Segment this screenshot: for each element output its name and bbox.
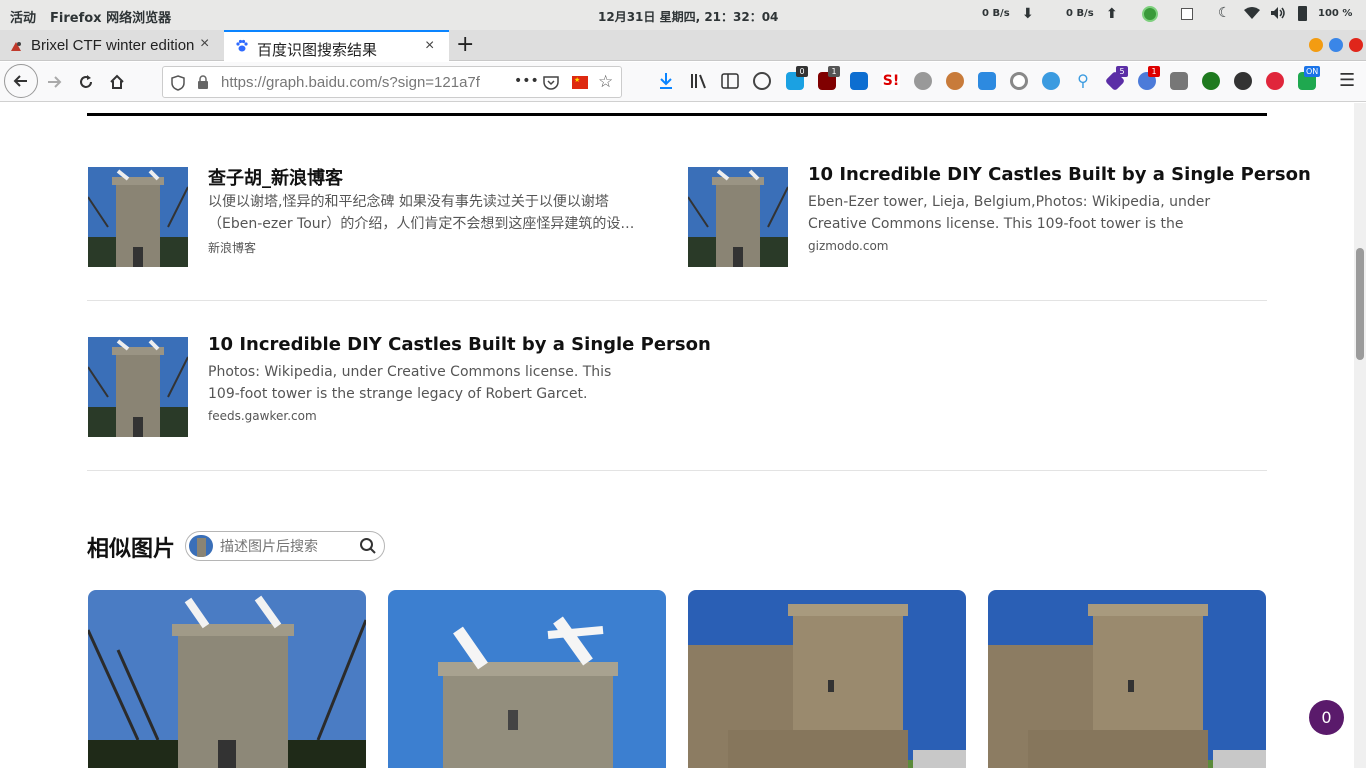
home-button[interactable]: [103, 68, 131, 96]
pocket-icon[interactable]: [543, 75, 559, 94]
arrow-down-icon: ⬇: [1022, 6, 1034, 22]
activities-button[interactable]: 活动: [10, 7, 36, 26]
extension-badge: 1: [1148, 66, 1160, 77]
result-thumbnail[interactable]: [88, 337, 188, 437]
similar-search-box[interactable]: [185, 531, 385, 561]
extension-record-icon[interactable]: [1266, 72, 1284, 90]
result-title[interactable]: 10 Incredible DIY Castles Built by a Sin…: [808, 164, 1311, 185]
battery-icon[interactable]: [1298, 6, 1307, 21]
arrow-up-icon: ⬆: [1106, 6, 1118, 22]
tab-strip: Brixel CTF winter edition × 百度识图搜索结果 × +: [0, 30, 1366, 61]
battery-level[interactable]: 100 %: [1318, 8, 1352, 19]
extension-badge: 5: [1116, 66, 1128, 77]
tracking-protection-shield-icon[interactable]: [171, 75, 185, 95]
similar-images-title: 相似图片: [87, 537, 176, 562]
result-item[interactable]: 查子胡_新浪博客 以便以谢塔,怪异的和平纪念碑 如果没有事先读过关于以便以谢塔（…: [88, 167, 648, 267]
extension-bug-icon[interactable]: [1042, 72, 1060, 90]
tab-baidu-image-search[interactable]: 百度识图搜索结果 ×: [224, 30, 449, 61]
extension-s-icon[interactable]: [850, 72, 868, 90]
night-mode-icon[interactable]: ☾: [1218, 5, 1231, 21]
clock[interactable]: 12月31日 星期四, 21：32：04: [598, 8, 778, 25]
minimize-window-button[interactable]: [1309, 38, 1323, 52]
close-tab-icon[interactable]: ×: [425, 37, 434, 55]
extension-doc-icon[interactable]: [978, 72, 996, 90]
result-divider: [87, 470, 1267, 471]
extension-circle-icon[interactable]: [1010, 72, 1028, 90]
new-tab-button[interactable]: +: [456, 32, 474, 57]
extension-dots-icon[interactable]: [1234, 72, 1252, 90]
page-scrollbar[interactable]: [1354, 103, 1366, 768]
result-source: 新浪博客: [208, 241, 257, 255]
net-down-speed: 0 B/s: [982, 8, 1010, 19]
navigation-toolbar: https://graph.baidu.com/s?sign=121a7f ••…: [0, 62, 1366, 102]
account-icon[interactable]: [753, 72, 771, 90]
result-divider: [87, 300, 1267, 301]
reload-button[interactable]: [72, 68, 100, 96]
net-up-speed: 0 B/s: [1066, 8, 1094, 19]
similar-image-card[interactable]: [688, 590, 966, 768]
extension-badge: 1: [828, 66, 840, 77]
search-icon[interactable]: [359, 537, 377, 559]
extension-puzzle-icon[interactable]: [914, 72, 932, 90]
china-flag-icon[interactable]: ★: [572, 76, 588, 89]
similar-search-input[interactable]: [220, 537, 355, 557]
library-icon[interactable]: [690, 73, 708, 93]
page-actions-icon[interactable]: •••: [514, 73, 539, 89]
result-description: Eben-Ezer tower, Lieja, Belgium,Photos: …: [808, 194, 1211, 232]
extension-badge: 0: [796, 66, 808, 77]
bookmark-star-icon[interactable]: ☆: [598, 72, 613, 92]
scrollbar-thumb[interactable]: [1356, 248, 1364, 360]
app-menu[interactable]: Firefox 网络浏览器: [50, 7, 171, 26]
wifi-icon[interactable]: [1244, 6, 1260, 23]
result-thumbnail[interactable]: [88, 167, 188, 267]
result-source: gizmodo.com: [808, 239, 889, 253]
forward-button[interactable]: [40, 68, 68, 96]
result-item[interactable]: 10 Incredible DIY Castles Built by a Sin…: [688, 164, 1311, 267]
hamburger-menu-icon[interactable]: ☰: [1339, 70, 1355, 91]
tab-brixel-ctf[interactable]: Brixel CTF winter edition ×: [0, 30, 222, 61]
extension-shield-green-icon[interactable]: [1202, 72, 1220, 90]
extension-s-exclaim-icon[interactable]: S!: [882, 72, 900, 90]
floating-count-button[interactable]: 0: [1309, 700, 1344, 735]
similar-image-card[interactable]: [388, 590, 666, 768]
url-text[interactable]: https://graph.baidu.com/s?sign=121a7f: [221, 74, 505, 91]
result-source: feeds.gawker.com: [208, 409, 317, 423]
result-description: 以便以谢塔,怪异的和平纪念碑 如果没有事先读过关于以便以谢塔（Eben-ezer…: [208, 194, 635, 232]
result-title[interactable]: 10 Incredible DIY Castles Built by a Sin…: [208, 334, 711, 355]
result-description: Photos: Wikipedia, under Creative Common…: [208, 364, 612, 402]
volume-icon[interactable]: [1270, 6, 1286, 23]
system-top-bar: 活动 Firefox 网络浏览器 12月31日 星期四, 21：32：04 0 …: [0, 0, 1366, 30]
result-thumbnail[interactable]: [688, 167, 788, 267]
sidebar-icon[interactable]: [721, 73, 739, 93]
baidu-paw-icon: [235, 39, 249, 53]
similar-image-card[interactable]: [88, 590, 366, 768]
tab-title: 百度识图搜索结果: [257, 42, 378, 59]
result-item[interactable]: 10 Incredible DIY Castles Built by a Sin…: [88, 334, 711, 437]
location-pin-icon[interactable]: ⚲: [1074, 72, 1092, 90]
similar-image-card[interactable]: [988, 590, 1266, 768]
close-tab-icon[interactable]: ×: [200, 35, 209, 53]
page-content: 查子胡_新浪博客 以便以谢塔,怪异的和平纪念碑 如果没有事先读过关于以便以谢塔（…: [0, 103, 1354, 768]
cookie-icon[interactable]: [946, 72, 964, 90]
lock-icon[interactable]: [197, 75, 209, 94]
back-button[interactable]: [4, 64, 38, 98]
extension-container-icon[interactable]: [1170, 72, 1188, 90]
close-window-button[interactable]: [1349, 38, 1363, 52]
brixel-favicon-icon: [10, 39, 22, 51]
url-bar[interactable]: https://graph.baidu.com/s?sign=121a7f ••…: [162, 66, 622, 98]
downloads-icon[interactable]: [658, 72, 674, 94]
extension-badge: ON: [1304, 66, 1321, 77]
keyboard-icon[interactable]: [1181, 8, 1193, 20]
query-image-thumbnail: [189, 535, 213, 557]
tab-title: Brixel CTF winter edition: [31, 37, 195, 54]
result-title[interactable]: 查子胡_新浪博客: [208, 164, 343, 190]
maximize-window-button[interactable]: [1329, 38, 1343, 52]
section-top-border: [87, 113, 1267, 116]
app-indicator-icon[interactable]: [1142, 6, 1158, 22]
